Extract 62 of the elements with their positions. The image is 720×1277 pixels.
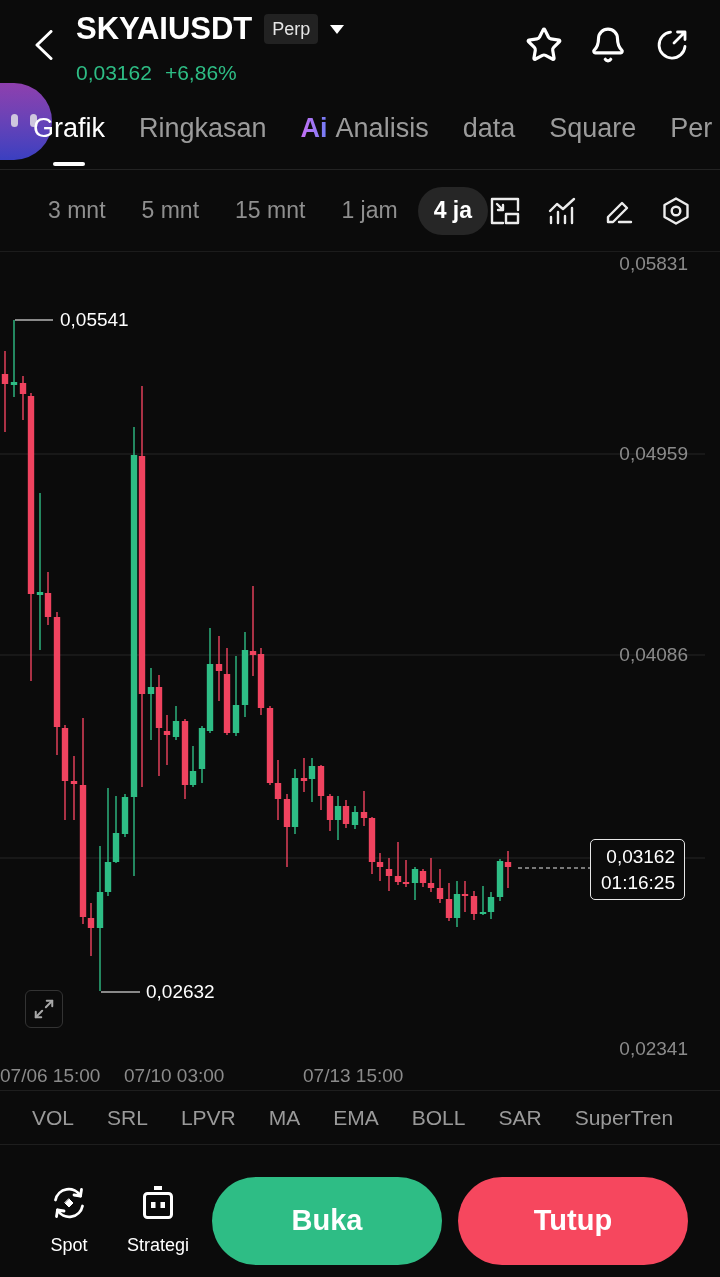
bearish-candle xyxy=(300,757,308,793)
bullish-candle xyxy=(172,705,180,741)
back-icon xyxy=(34,30,54,60)
close-position-button[interactable]: Tutup xyxy=(458,1177,688,1265)
indicator-option[interactable]: SAR xyxy=(498,1104,542,1131)
indicator-option[interactable]: SRL xyxy=(107,1104,148,1131)
indicator-option[interactable]: SuperTren xyxy=(574,1104,674,1131)
picture-in-picture-icon xyxy=(490,196,520,225)
y-axis-label: 0,05831 xyxy=(619,253,688,275)
bullish-candle xyxy=(334,795,342,841)
bullish-candle xyxy=(291,768,299,835)
shortcut-button[interactable]: Spot xyxy=(34,1186,104,1256)
leader-line xyxy=(14,319,54,321)
tab[interactable]: Ringkasan xyxy=(139,100,267,169)
price-change: +6,86% xyxy=(164,60,237,86)
indicator-option[interactable]: LPVR xyxy=(180,1104,236,1131)
tab[interactable]: Square xyxy=(549,100,637,169)
contract-badge: Perp xyxy=(264,14,319,44)
share-icon xyxy=(656,29,688,61)
high-price-label: 0,05541 xyxy=(60,309,129,331)
countdown-label: 01:16:25 xyxy=(601,870,675,895)
indicator-option[interactable]: EMA xyxy=(333,1104,379,1131)
expand-button[interactable] xyxy=(25,990,63,1028)
last-price: 0,03162 xyxy=(76,60,152,86)
indicator-option[interactable]: MA xyxy=(268,1104,301,1131)
interval-option[interactable]: 5 mnt xyxy=(125,186,216,235)
robot-icon xyxy=(142,1186,174,1220)
star-icon xyxy=(525,26,563,64)
bearish-candle xyxy=(504,850,512,889)
selected-indicator xyxy=(53,162,85,166)
last-price-label: 0,03162 xyxy=(606,844,675,869)
interval-option[interactable]: 1 jam xyxy=(325,186,414,235)
caret-icon[interactable] xyxy=(330,24,345,34)
indicator-option[interactable]: VOL xyxy=(32,1104,75,1131)
bullish-candle xyxy=(411,866,419,901)
leader-line xyxy=(100,991,141,993)
tab[interactable]: Per xyxy=(670,100,713,169)
interval-option[interactable]: 15 mnt xyxy=(219,186,322,235)
shortcut-button[interactable]: Strategi xyxy=(118,1186,198,1256)
y-axis-label: 0,02341 xyxy=(619,1038,688,1060)
settings-button[interactable] xyxy=(660,194,692,227)
bearish-candle xyxy=(342,799,350,829)
low-price-label: 0,02632 xyxy=(146,981,215,1003)
x-axis-label: 07/13 15:00 xyxy=(303,1065,404,1087)
swap-icon xyxy=(52,1186,86,1220)
chart-line-icon xyxy=(548,196,576,225)
y-axis-label: 0,04959 xyxy=(619,443,688,465)
x-axis-label: 07/10 03:00 xyxy=(124,1065,225,1087)
indicator-option[interactable]: BOLL xyxy=(411,1104,466,1131)
interval-option[interactable]: 3 mnt xyxy=(32,186,122,235)
settings-icon xyxy=(663,196,689,225)
bullish-candle xyxy=(351,805,359,830)
bell-icon xyxy=(589,26,627,64)
bullish-candle xyxy=(453,880,461,928)
tab[interactable]: data xyxy=(462,100,516,169)
interval-option[interactable]: 4 ja xyxy=(417,186,488,235)
expand-icon xyxy=(33,998,55,1020)
bullish-candle xyxy=(308,757,316,803)
y-axis-label: 0,04086 xyxy=(619,644,688,666)
x-axis-label: 07/06 15:00 xyxy=(0,1065,101,1087)
tab[interactable]: Ai Analisis xyxy=(300,100,429,169)
symbol-title: SKYAIUSDT xyxy=(76,10,253,48)
